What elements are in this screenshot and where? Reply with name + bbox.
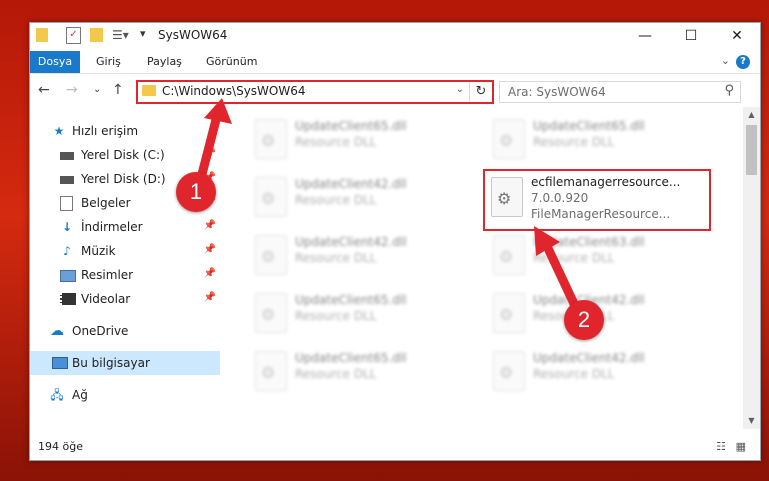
step-2-badge: 2 [564, 300, 604, 340]
step-1-badge: 1 [176, 172, 216, 212]
arrow-2-shaft [541, 242, 581, 310]
annotation-arrows [195, 98, 581, 310]
arrow-1-shaft [195, 110, 223, 184]
arrow-1-head [204, 98, 232, 124]
